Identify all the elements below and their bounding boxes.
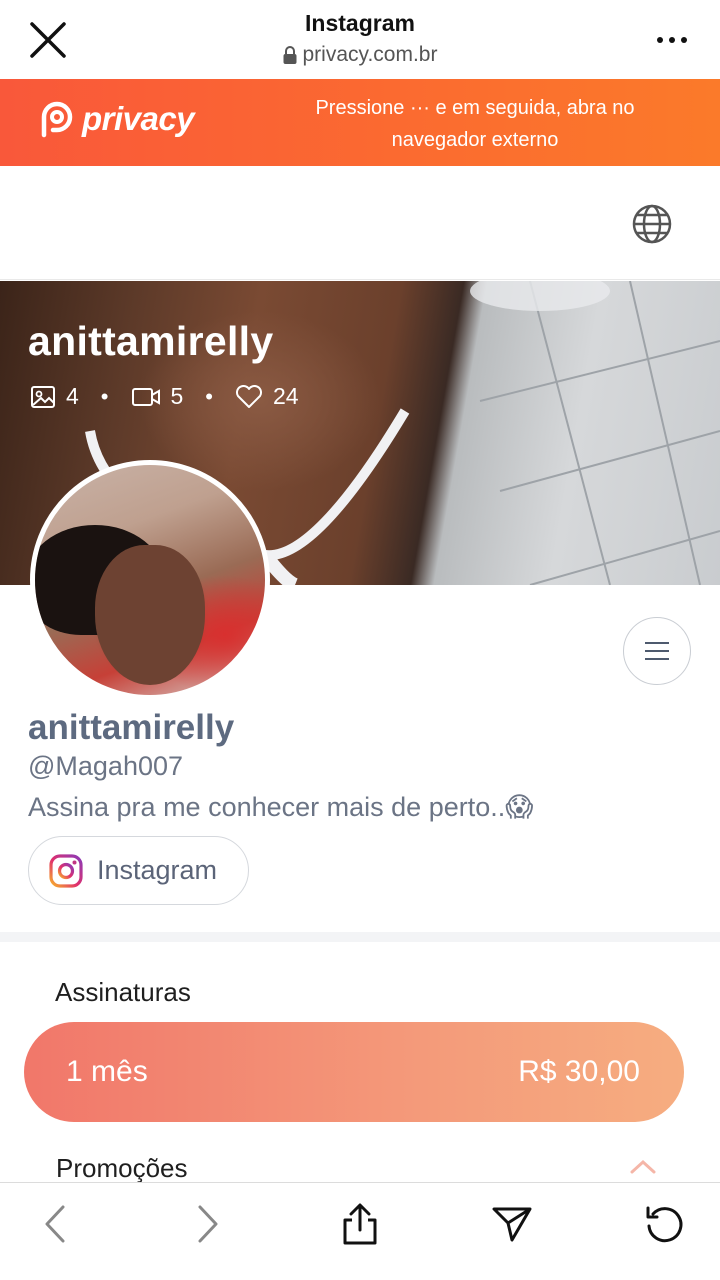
profile-bio: Assina pra me conhecer mais de perto..😱: [28, 792, 534, 822]
reload-icon: [646, 1206, 683, 1243]
reload-button[interactable]: [640, 1199, 690, 1249]
privacy-logo: privacy: [38, 99, 195, 139]
chevron-up-icon[interactable]: [628, 1156, 658, 1176]
share-icon: [343, 1203, 377, 1245]
video-icon: [131, 387, 160, 406]
browser-title: Instagram: [305, 10, 415, 36]
send-icon: [492, 1207, 532, 1242]
heart-icon: [235, 384, 263, 408]
share-button[interactable]: [335, 1199, 385, 1249]
more-icon: [657, 37, 687, 43]
subscriptions-title: Assinaturas: [55, 977, 191, 1007]
cover-stats: 4 • 5 • 24: [30, 383, 299, 410]
profile-handle: @Magah007: [28, 751, 184, 781]
open-external-banner: privacy Pressione ··· e em seguida, abra…: [0, 79, 720, 166]
more-options-button[interactable]: [652, 22, 692, 56]
cover-background: [470, 281, 720, 585]
image-icon: [31, 385, 55, 408]
subscription-plan-button[interactable]: 1 mês R$ 30,00: [24, 1022, 684, 1122]
back-button[interactable]: [30, 1199, 80, 1249]
videos-stat: 5: [131, 383, 184, 410]
stat-separator: •: [205, 383, 213, 409]
browser-bottom-toolbar: [0, 1182, 720, 1280]
instagram-icon: [49, 853, 83, 888]
browser-url-text: privacy.com.br: [302, 43, 438, 66]
chevron-left-icon: [45, 1205, 65, 1243]
section-divider: [0, 932, 720, 942]
globe-icon: [632, 204, 672, 244]
avatar[interactable]: [30, 460, 270, 700]
profile-name: anittamirelly: [28, 708, 235, 747]
chevron-right-icon: [198, 1205, 218, 1243]
photos-stat: 4: [30, 383, 79, 410]
language-bar: [0, 166, 720, 280]
photos-count: 4: [66, 383, 79, 409]
browser-top-bar: Instagram privacy.com.br: [0, 0, 720, 79]
plan-period: 1 mês: [66, 1055, 148, 1088]
send-button[interactable]: [487, 1199, 537, 1249]
plan-price: R$ 30,00: [518, 1055, 640, 1088]
avatar-photo-shape: [95, 545, 205, 685]
instagram-link-button[interactable]: Instagram: [28, 836, 249, 905]
banner-message: Pressione ··· e em seguida, abra no nave…: [315, 97, 635, 151]
lock-icon: [283, 46, 296, 64]
profile-menu-button[interactable]: [623, 617, 691, 685]
stat-separator: •: [100, 383, 109, 409]
privacy-logo-text: privacy: [82, 100, 195, 137]
close-icon: [30, 22, 66, 58]
privacy-logo-icon: [41, 101, 73, 138]
videos-count: 5: [170, 383, 184, 409]
hamburger-icon: [645, 642, 669, 660]
browser-url: privacy.com.br: [160, 43, 560, 67]
likes-stat: 24: [235, 383, 299, 410]
browser-title-block: Instagram privacy.com.br: [160, 10, 560, 67]
cover-username: anittamirelly: [28, 318, 274, 364]
likes-count: 24: [273, 383, 299, 409]
language-button[interactable]: [630, 202, 674, 246]
close-button[interactable]: [26, 18, 70, 62]
promotions-title[interactable]: Promoções: [56, 1153, 188, 1184]
instagram-label: Instagram: [97, 855, 218, 885]
forward-button[interactable]: [183, 1199, 233, 1249]
